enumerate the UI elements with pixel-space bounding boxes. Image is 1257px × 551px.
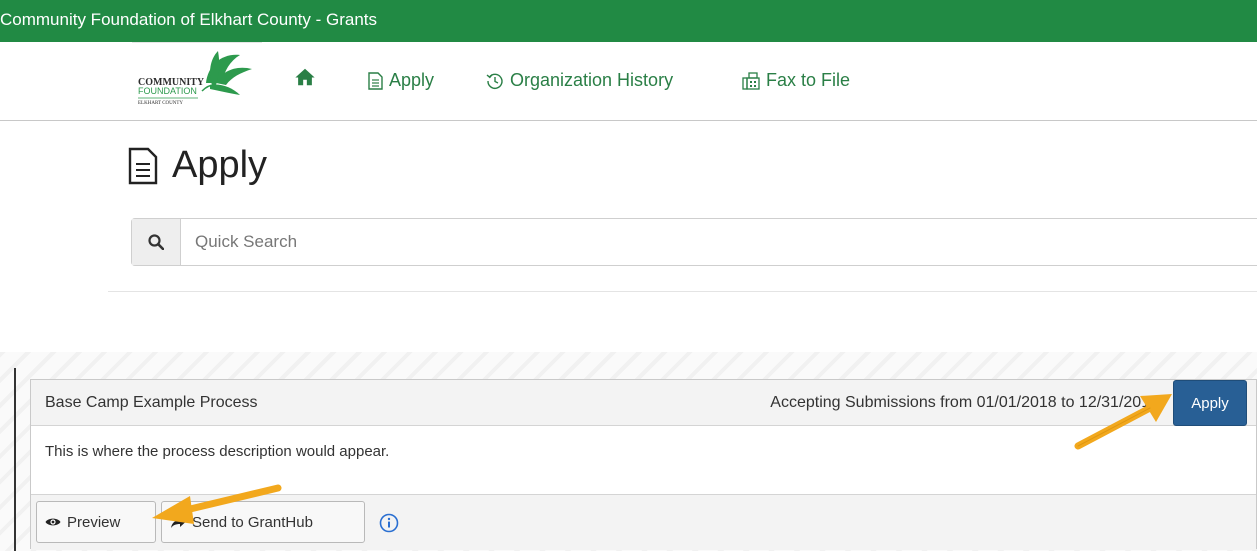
svg-text:ELKHART COUNTY: ELKHART COUNTY [138,101,183,106]
search-icon [148,234,164,250]
info-icon[interactable] [379,513,399,533]
preview-button[interactable]: Preview [36,501,156,543]
page-title-text: Apply [172,144,268,186]
apply-button[interactable]: Apply [1173,380,1247,426]
quick-search [131,218,1257,266]
process-name: Base Camp Example Process [45,394,258,411]
eye-icon [45,518,61,526]
process-description: This is where the process description wo… [45,443,390,460]
navbar: COMMUNITY FOUNDATION ELKHART COUNTY Appl… [0,42,1257,121]
process-footer: Preview Send to GrantHub [31,494,1256,550]
page-title: Apply [128,144,267,187]
foundation-logo[interactable]: COMMUNITY FOUNDATION ELKHART COUNTY [136,47,262,115]
nav-item-organization-history[interactable]: Organization History [486,70,673,91]
document-icon [128,147,158,184]
nav-item-label: Organization History [510,70,674,90]
submission-window: Accepting Submissions from 01/01/2018 to… [770,394,1159,411]
left-rule [14,368,16,551]
section-divider [108,291,1257,292]
fax-icon [742,71,760,90]
nav-item-apply[interactable]: Apply [368,70,434,91]
share-icon [171,516,186,528]
history-icon [486,73,503,89]
process-panel: Base Camp Example Process Accepting Subm… [30,379,1257,550]
preview-label: Preview [67,513,121,531]
home-link[interactable] [294,66,316,88]
home-icon [295,68,315,86]
nav-item-label: Apply [389,70,435,90]
window-title: Community Foundation of Elkhart County -… [0,0,1257,42]
send-to-granthub-button[interactable]: Send to GrantHub [161,501,365,543]
send-label: Send to GrantHub [192,513,313,531]
process-header: Base Camp Example Process Accepting Subm… [31,380,1256,426]
nav-item-fax-to-file[interactable]: Fax to File [742,70,850,91]
document-icon [368,71,383,90]
search-button[interactable] [132,219,181,265]
svg-text:FOUNDATION: FOUNDATION [138,86,197,96]
search-input[interactable] [181,219,1257,265]
nav-item-label: Fax to File [766,70,851,90]
